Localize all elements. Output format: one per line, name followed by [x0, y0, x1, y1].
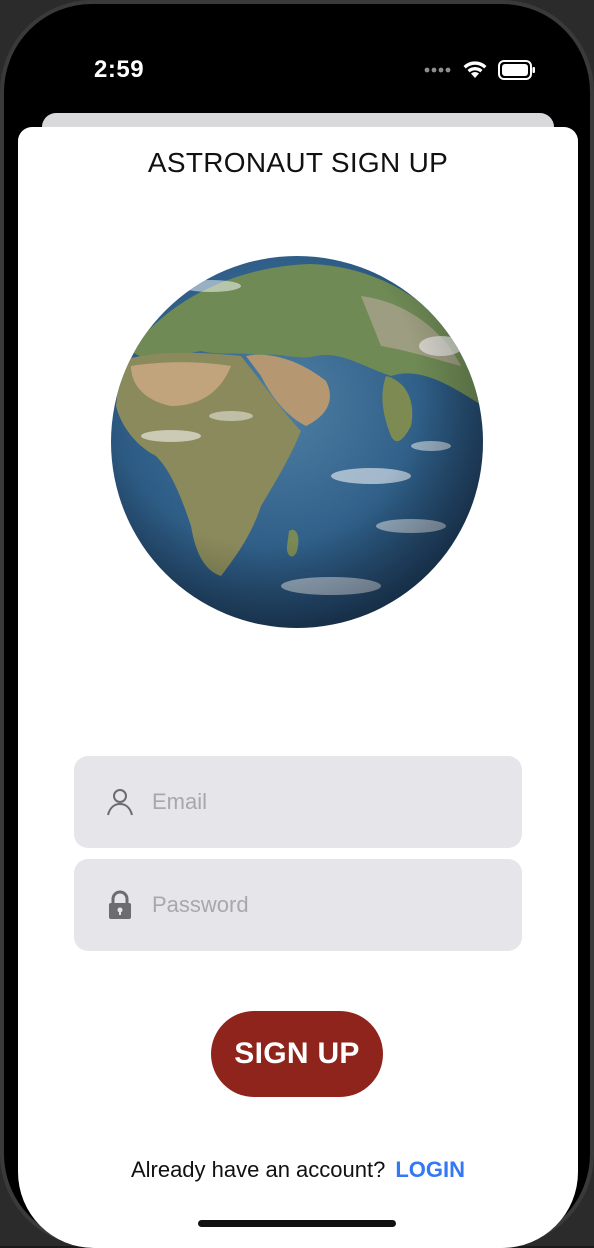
signal-dots-icon [424, 67, 451, 73]
phone-screen: 2:59 ASTRONAUT SIGN UP Email SIGN UP Alr… [18, 16, 578, 1248]
person-icon [107, 789, 133, 816]
page-title: ASTRONAUT SIGN UP [147, 147, 449, 178]
signup-sheet: ASTRONAUT SIGN UP Email SIGN UP Already … [18, 127, 578, 1248]
wifi-icon [463, 61, 487, 78]
email-input[interactable] [152, 756, 502, 848]
battery-icon [498, 60, 535, 80]
signup-button[interactable]: SIGN UP [211, 1011, 383, 1097]
status-icons [424, 60, 536, 80]
password-input[interactable] [152, 859, 502, 951]
login-link[interactable]: LOGIN [395, 1157, 465, 1182]
phone-frame: 2:59 ASTRONAUT SIGN UP Email SIGN UP Alr… [0, 0, 594, 1248]
earth-globe-image [111, 256, 483, 628]
lock-icon [109, 890, 131, 919]
login-prompt: Already have an account? LOGIN [18, 1157, 578, 1183]
home-indicator [198, 1220, 396, 1227]
status-time: 2:59 [94, 56, 145, 83]
password-field[interactable] [74, 859, 522, 951]
login-prompt-text: Already have an account? [130, 1157, 386, 1182]
email-field[interactable] [74, 756, 522, 848]
